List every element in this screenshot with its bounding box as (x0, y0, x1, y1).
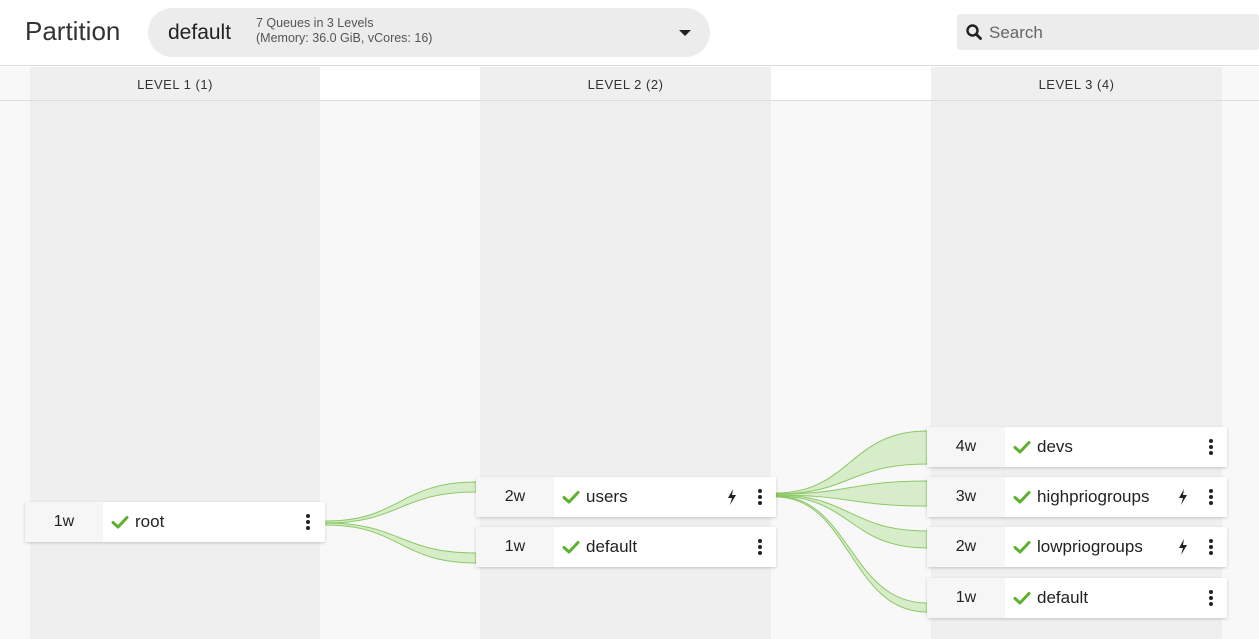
queue-weight: 1w (927, 578, 1005, 618)
check-icon (1013, 592, 1031, 605)
link-root-default (325, 522, 477, 564)
check-icon (562, 491, 580, 504)
check-icon (1013, 491, 1031, 504)
queue-weight: 4w (927, 427, 1005, 467)
queue-name: default (1037, 588, 1089, 607)
more-options-icon[interactable] (305, 513, 311, 531)
lightning-icon (1179, 539, 1187, 555)
queue-name: root (135, 512, 165, 531)
queue-name: lowpriogroups (1037, 537, 1143, 556)
check-icon (1013, 541, 1031, 554)
queue-name: default (586, 537, 638, 556)
more-options-icon[interactable] (757, 488, 763, 506)
queue-weight: 1w (25, 502, 103, 542)
queue-name: users (586, 487, 628, 506)
queue-card-highpriogroups[interactable]: 3w highpriogroups (927, 477, 1227, 517)
queue-card-users[interactable]: 2w users (476, 477, 776, 517)
more-options-icon[interactable] (1208, 488, 1214, 506)
queue-weight: 3w (927, 477, 1005, 517)
queue-weight: 1w (476, 527, 554, 567)
queue-card-lowpriogroups[interactable]: 2w lowpriogroups (927, 527, 1227, 567)
queue-weight: 2w (476, 477, 554, 517)
more-options-icon[interactable] (1208, 438, 1214, 456)
link-users-highpriogroups (775, 480, 928, 507)
more-options-icon[interactable] (1208, 538, 1214, 556)
check-icon (562, 541, 580, 554)
queue-name: highpriogroups (1037, 487, 1150, 506)
check-icon (1013, 441, 1031, 454)
queue-name: devs (1037, 437, 1073, 456)
more-options-icon[interactable] (757, 538, 763, 556)
queue-card-devs[interactable]: 4w devs (927, 427, 1227, 467)
queue-weight: 2w (927, 527, 1005, 567)
queue-card-default-l2[interactable]: 1w default (476, 527, 776, 567)
more-options-icon[interactable] (1208, 589, 1214, 607)
check-icon (111, 516, 129, 529)
lightning-icon (728, 489, 736, 505)
link-root-users (325, 481, 477, 524)
queue-card-default-l3[interactable]: 1w default (927, 578, 1227, 618)
lightning-icon (1179, 489, 1187, 505)
queue-card-root[interactable]: 1w root (25, 502, 325, 542)
